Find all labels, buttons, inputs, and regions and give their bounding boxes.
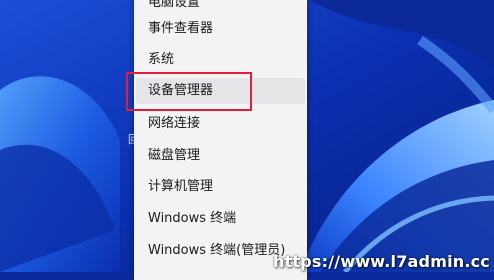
- watermark-text: https://www.l7admin.cc: [272, 252, 490, 271]
- menu-item-label: 事件查看器: [148, 21, 214, 36]
- menu-item-label: 计算机管理: [148, 179, 214, 194]
- menu-item-disk-management[interactable]: 磁盘管理: [134, 143, 307, 169]
- menu-item-event-viewer[interactable]: 事件查看器: [134, 16, 307, 42]
- menu-item-device-manager[interactable]: 设备管理器: [136, 78, 305, 104]
- menu-item-label: Windows 终端: [148, 211, 237, 226]
- menu-item-label: Windows 终端(管理员): [148, 243, 286, 258]
- menu-item-network-connections[interactable]: 网络连接: [134, 111, 307, 137]
- menu-item-computer-management[interactable]: 计算机管理: [134, 174, 307, 200]
- menu-item-settings[interactable]: 电脑设置: [134, 0, 307, 16]
- menu-item-windows-terminal[interactable]: Windows 终端: [134, 206, 307, 232]
- menu-item-label: 设备管理器: [148, 83, 214, 98]
- menu-item-label: 系统: [148, 52, 175, 67]
- menu-item-label: 电脑设置: [148, 0, 201, 10]
- menu-item-system[interactable]: 系统: [134, 47, 307, 73]
- menu-item-label: 磁盘管理: [148, 148, 201, 163]
- menu-item-label: 网络连接: [148, 116, 201, 131]
- context-menu: 电脑设置 事件查看器 系统 设备管理器 网络连接 磁盘管理 计算机管理 Wind…: [134, 0, 307, 280]
